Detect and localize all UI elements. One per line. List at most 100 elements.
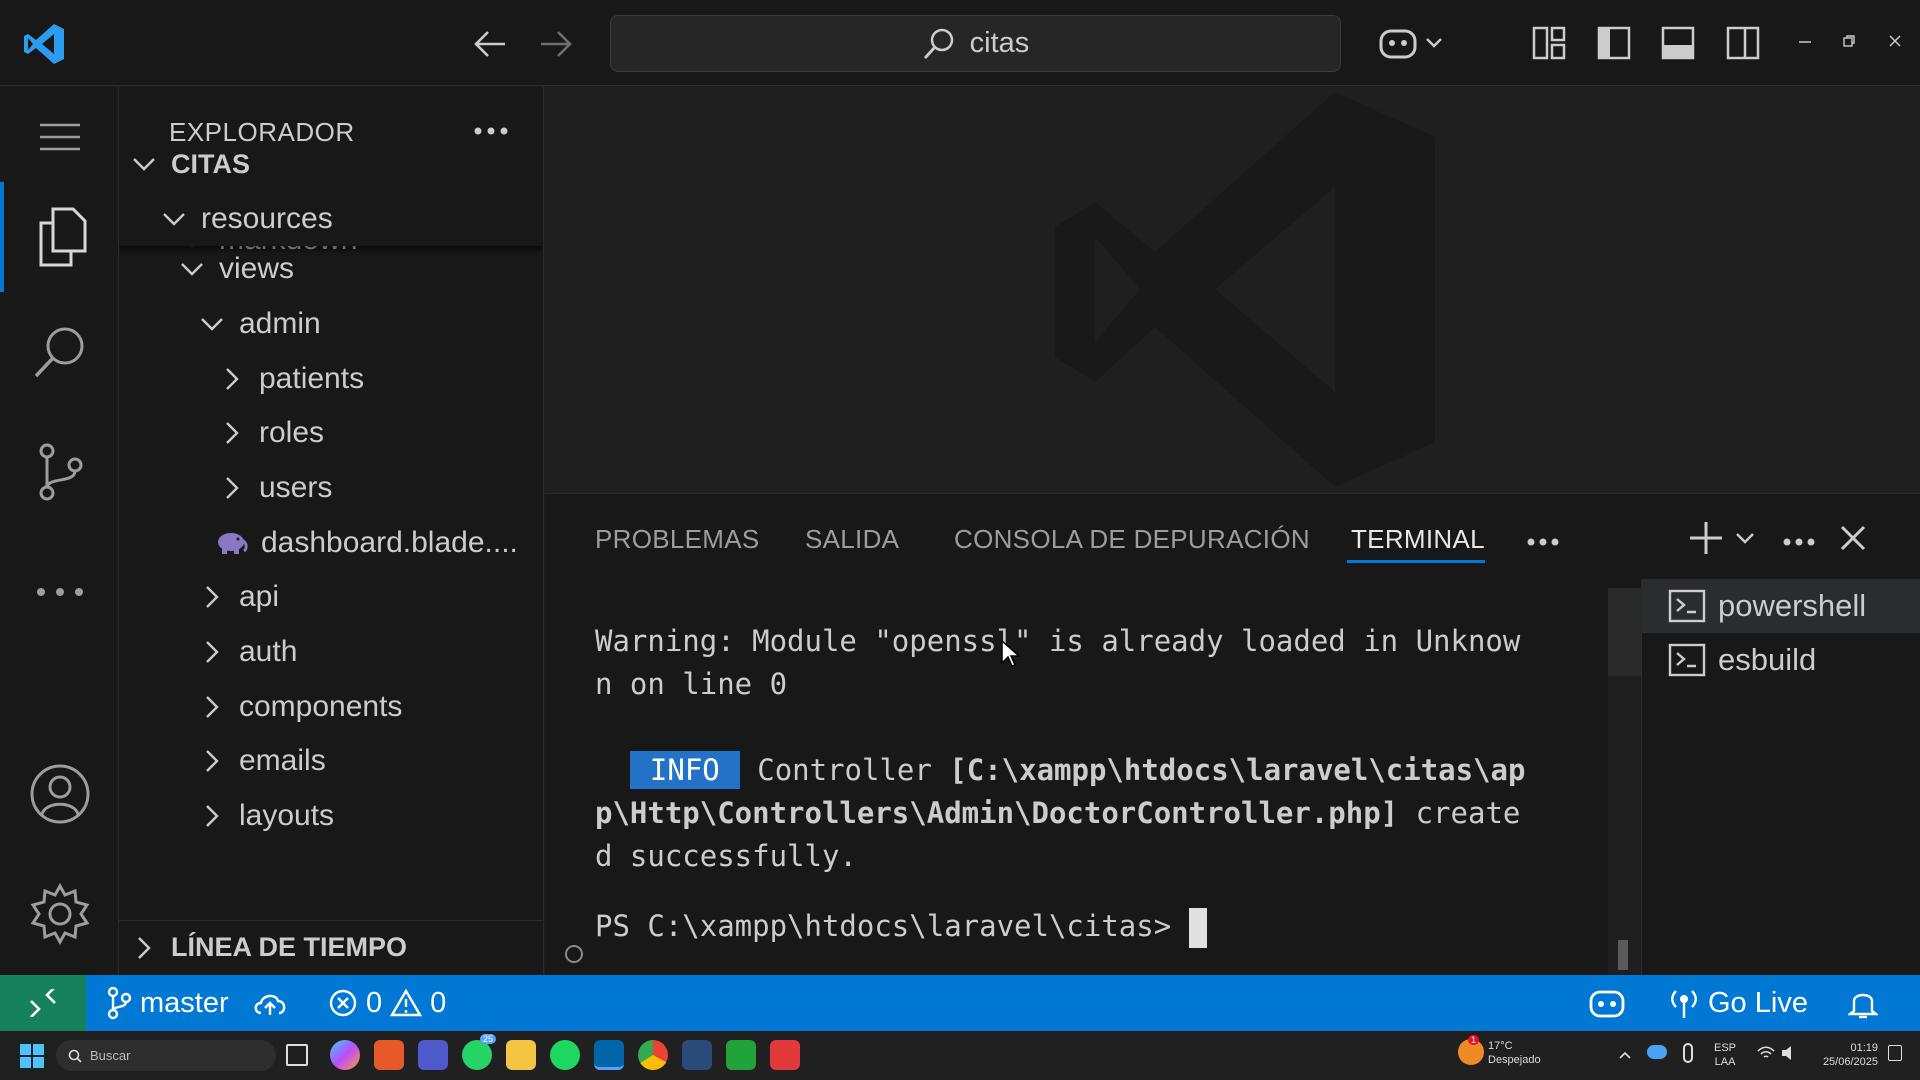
weather-badge: 1 [1468,1035,1480,1045]
explorer-sidebar: EXPLORADOR CITAS markdown views admin pa… [119,87,544,975]
timeline-section-header[interactable]: LÍNEA DE TIEMPO [119,920,543,974]
tree-item-label: dashboard.blade.... [261,526,518,559]
windows-start-icon[interactable] [20,1044,44,1068]
tree-item-users[interactable]: users [119,461,543,515]
scrollbar-marker [1618,940,1628,970]
panel-more-actions-icon[interactable] [1782,534,1816,546]
branch-label: master [140,986,229,1019]
copilot-status[interactable] [1588,975,1626,1031]
spotify-icon[interactable] [550,1040,580,1070]
lang-bottom: LAA [1714,1056,1736,1068]
forward-arrow-icon[interactable] [536,24,576,64]
search-activity-icon[interactable] [0,302,119,402]
terminal-icon [1668,643,1706,677]
tree-item-auth[interactable]: auth [119,625,543,679]
weather-icon[interactable]: 1 [1458,1035,1484,1065]
account-icon[interactable] [0,744,119,844]
tree-item-roles[interactable]: roles [119,406,543,460]
xampp-icon[interactable] [374,1040,404,1070]
terminal-tab-label: powershell [1718,588,1867,623]
volume-icon[interactable] [1780,1045,1798,1066]
sync-status[interactable] [252,975,288,1031]
tree-item-emails[interactable]: emails [119,734,543,788]
go-live-button[interactable]: Go Live [1668,975,1808,1031]
chrome-icon[interactable] [638,1040,668,1070]
tree-item-admin[interactable]: admin [119,297,543,351]
tab-salida[interactable]: SALIDA [805,524,899,555]
terminal-prompt: PS C:\xampp\htdocs\laravel\citas> [595,909,1189,943]
scrollbar-thumb[interactable] [1608,588,1641,676]
notifications-bell-icon[interactable] [1848,975,1878,1031]
tree-item-label: resources [201,202,333,235]
tree-root-citas[interactable]: CITAS [119,137,543,191]
copilot-app-icon[interactable] [330,1040,360,1070]
app-icon-red[interactable] [770,1040,800,1070]
microphone-icon[interactable] [1683,1043,1693,1063]
tree-item-views[interactable]: views [119,242,543,296]
tree-root-label: CITAS [171,148,250,179]
restore-icon[interactable] [1842,34,1856,48]
tab-consola-depuracion[interactable]: CONSOLA DE DEPURACIÓN [954,524,1310,555]
app-icon-green[interactable] [726,1040,756,1070]
back-arrow-icon[interactable] [470,24,510,64]
more-activity-icon[interactable] [0,542,119,642]
command-center-search[interactable]: citas [610,15,1341,72]
tree-item-partial-below[interactable]: profile [119,837,543,847]
taskbar-search[interactable]: Buscar [56,1040,276,1071]
minimize-icon[interactable] [1798,34,1812,48]
teams-icon[interactable] [418,1040,448,1070]
tab-terminal[interactable]: TERMINAL [1351,524,1485,555]
terminal-tab-powershell[interactable]: powershell [1642,579,1920,633]
tree-item-layouts[interactable]: layouts [119,789,543,843]
php-elephant-icon [215,530,249,556]
tree-item-label: components [239,690,403,723]
file-explorer-icon[interactable] [506,1040,536,1070]
onedrive-icon[interactable] [1647,1045,1667,1059]
branch-status[interactable]: master [106,975,229,1031]
menu-icon[interactable] [0,87,119,187]
tree-sticky-resources[interactable]: resources [119,192,543,246]
chevron-up-icon[interactable] [1618,1047,1632,1065]
active-tab-indicator [1347,560,1485,563]
tree-item-components[interactable]: components [119,680,543,734]
tree-item-dashboard-file[interactable]: dashboard.blade.... [119,516,543,570]
toggle-panel-icon[interactable] [1660,25,1696,61]
remote-indicator[interactable] [0,975,86,1031]
chevron-down-icon[interactable] [1735,532,1755,546]
info-line3: d successfully. [595,839,857,873]
source-control-icon[interactable] [0,422,119,522]
gear-icon[interactable] [0,864,119,964]
new-terminal-icon[interactable] [1688,520,1724,556]
tree-item-patients[interactable]: patients [119,352,543,406]
tree-item-api[interactable]: api [119,570,543,624]
panel-more-tabs-icon[interactable] [1526,534,1560,546]
search-icon [68,1049,82,1063]
clock[interactable]: 01:19 25/06/2025 [1812,1041,1878,1069]
status-bar: master 0 0 Go Live [0,975,1920,1031]
wifi-icon[interactable] [1756,1045,1776,1066]
notification-center-icon[interactable] [1888,1045,1902,1061]
language-indicator[interactable]: ESP LAA [1714,1041,1736,1069]
toggle-secondary-sidebar-icon[interactable] [1725,25,1761,61]
customize-layout-icon[interactable] [1531,25,1567,61]
terminal-tab-esbuild[interactable]: esbuild [1642,633,1920,687]
cloud-upload-icon [254,994,286,1015]
problems-status[interactable]: 0 0 [328,975,446,1031]
command-decoration-icon[interactable] [565,945,583,963]
tab-problemas[interactable]: PROBLEMAS [595,524,760,555]
vscode-taskbar-icon[interactable] [594,1040,624,1070]
weather-widget[interactable]: 17°C Despejado [1488,1039,1541,1067]
explorer-icon[interactable] [0,182,119,292]
close-window-icon[interactable] [1888,34,1902,48]
close-panel-icon[interactable] [1839,524,1867,552]
task-view-icon[interactable] [286,1044,308,1066]
app-icon-dark-blue[interactable] [682,1040,712,1070]
terminal-scrollbar[interactable] [1608,588,1641,976]
terminal-output[interactable]: Warning: Module "openssl" is already loa… [595,594,1655,948]
timeline-label: LÍNEA DE TIEMPO [171,932,408,962]
whatsapp-icon[interactable]: 25 [462,1034,497,1070]
copilot-menu-button[interactable] [1372,20,1448,66]
info-badge: INFO [629,751,740,789]
toggle-primary-sidebar-icon[interactable] [1596,25,1632,61]
clock-time: 01:19 [1850,1042,1878,1054]
